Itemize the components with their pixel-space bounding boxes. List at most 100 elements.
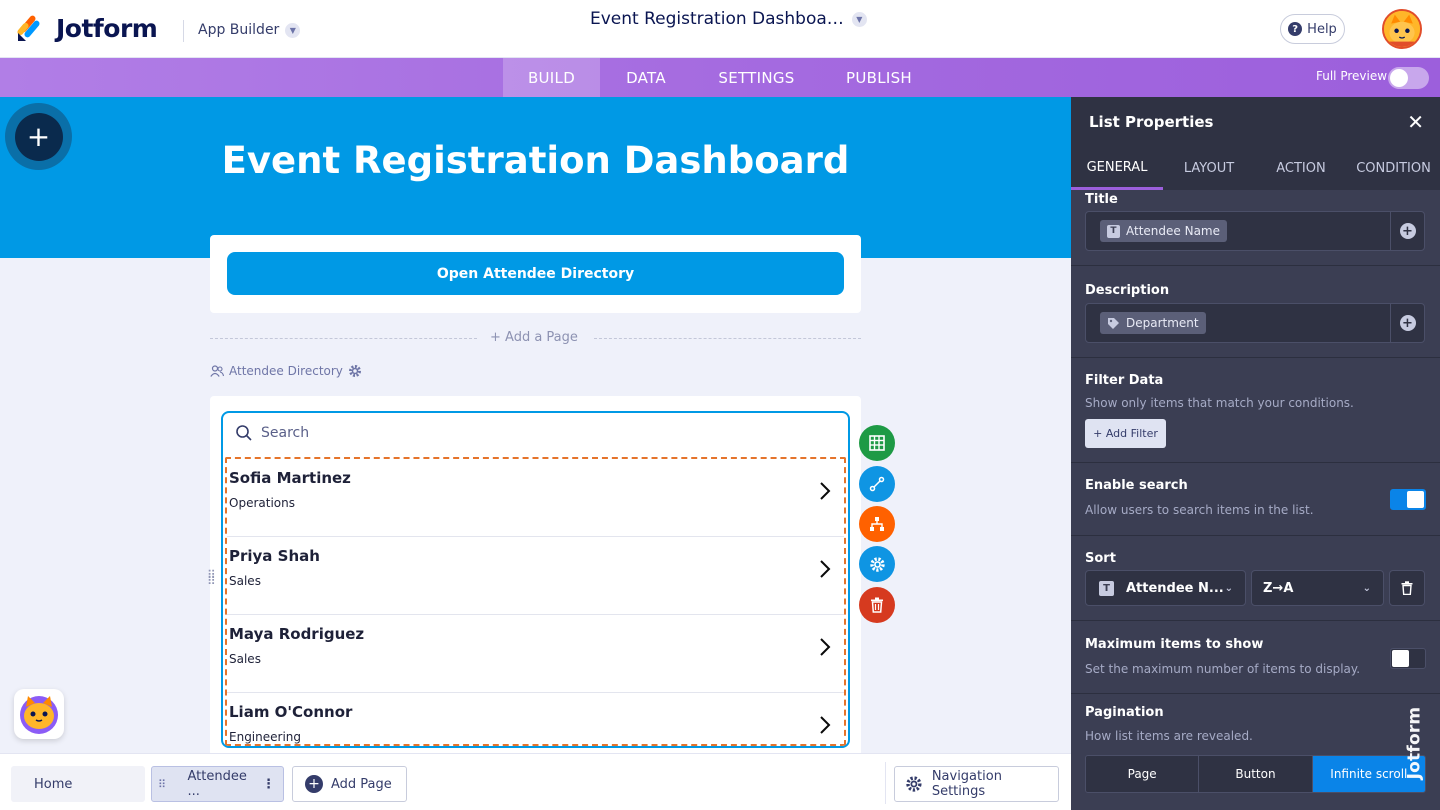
drag-handle-icon[interactable]: ⠿ ⠿	[207, 569, 217, 587]
app-builder-label: App Builder	[198, 22, 280, 38]
item-description: Engineering	[229, 730, 301, 744]
add-field-button[interactable]: +	[1390, 304, 1424, 342]
search-icon	[236, 425, 252, 441]
page-tab-home[interactable]: Home	[11, 766, 145, 802]
tab-layout[interactable]: LAYOUT	[1163, 147, 1255, 190]
app-title-menu[interactable]: Event Registration Dashboa… ▼	[590, 9, 867, 29]
plus-icon: +	[14, 112, 63, 161]
tab-action[interactable]: ACTION	[1255, 147, 1347, 190]
enable-search-toggle[interactable]	[1390, 489, 1426, 510]
jotform-logo-icon	[17, 15, 40, 41]
connect-button[interactable]	[859, 466, 895, 502]
chevron-right-icon	[820, 716, 831, 734]
button-card: Open Attendee Directory	[210, 235, 861, 313]
divider	[183, 20, 184, 42]
sort-field-value: Attendee N...	[1126, 580, 1224, 596]
table-view-button[interactable]	[859, 425, 895, 461]
tab-condition[interactable]: CONDITION	[1347, 147, 1440, 190]
gear-icon	[906, 776, 922, 792]
navigation-settings-label: Navigation Settings	[931, 769, 1002, 799]
jotform-watermark: Jotform	[1404, 693, 1436, 793]
add-field-button[interactable]: +	[1390, 212, 1424, 250]
tab-general[interactable]: GENERAL	[1071, 147, 1163, 190]
properties-panel: List Properties ✕ GENERAL LAYOUT ACTION …	[1071, 97, 1440, 810]
page-tab-label: Attendee ...	[187, 769, 247, 799]
hierarchy-button[interactable]	[859, 506, 895, 542]
cat-avatar-icon	[1384, 11, 1420, 47]
section-description: Set the maximum number of items to displ…	[1085, 662, 1361, 676]
description-field[interactable]: Department +	[1085, 303, 1425, 343]
delete-element-button[interactable]	[859, 587, 895, 623]
section-label: Enable search	[1085, 478, 1188, 493]
section-description: Allow users to search items in the list.	[1085, 503, 1314, 517]
chip-label: Department	[1126, 316, 1199, 330]
sort-field-select[interactable]: T Attendee N... ⌄	[1085, 570, 1246, 606]
help-label: Help	[1307, 21, 1337, 37]
gear-icon	[869, 556, 885, 572]
list-item[interactable]: Maya Rodriguez Sales	[227, 615, 844, 693]
more-vertical-icon[interactable]: ⋮	[262, 777, 275, 792]
section-label: Title	[1085, 192, 1118, 207]
title-field[interactable]: T Attendee Name +	[1085, 211, 1425, 251]
top-bar: Jotform App Builder ▼ Event Registration…	[0, 0, 1440, 58]
page-label: Attendee Directory	[210, 364, 362, 378]
sort-order-select[interactable]: Z→A ⌄	[1251, 570, 1384, 606]
trash-icon	[1401, 581, 1413, 595]
pagination-button-option[interactable]: Button	[1199, 756, 1313, 792]
item-title: Liam O'Connor	[229, 703, 353, 721]
app-header[interactable]: Event Registration Dashboard	[0, 97, 1071, 258]
chevron-down-icon: ▼	[851, 11, 867, 27]
element-settings-button[interactable]	[859, 546, 895, 582]
section-label: Pagination	[1085, 705, 1164, 720]
list-item[interactable]: Priya Shah Sales	[227, 537, 844, 615]
close-icon[interactable]: ✕	[1407, 110, 1424, 134]
search-bar[interactable]: Search	[223, 413, 848, 453]
tab-data[interactable]: DATA	[610, 58, 682, 97]
panel-header: List Properties ✕	[1071, 97, 1440, 147]
table-icon	[869, 435, 885, 451]
description-section: Description Department +	[1071, 266, 1440, 358]
item-title: Maya Rodriguez	[229, 625, 365, 643]
ai-assistant-button[interactable]	[14, 689, 64, 739]
user-avatar[interactable]	[1382, 9, 1422, 49]
jotform-logo[interactable]: Jotform	[16, 13, 158, 43]
list-element[interactable]: Search Sofia Martinez Operations Priya S…	[221, 411, 850, 748]
add-a-page-link[interactable]: + Add a Page	[490, 330, 578, 345]
add-filter-button[interactable]: + Add Filter	[1085, 419, 1166, 448]
navigation-settings-button[interactable]: Navigation Settings	[894, 766, 1059, 802]
section-description: How list items are revealed.	[1085, 729, 1253, 743]
item-description: Sales	[229, 574, 261, 588]
drag-handle-icon[interactable]: ⠿	[158, 778, 187, 791]
field-chip[interactable]: T Attendee Name	[1100, 220, 1227, 242]
page-name: Attendee Directory	[229, 364, 343, 378]
tab-settings[interactable]: SETTINGS	[705, 58, 808, 97]
chevron-right-icon	[820, 560, 831, 578]
gear-icon[interactable]	[348, 364, 362, 378]
tag-icon	[1108, 317, 1119, 329]
field-chip[interactable]: Department	[1100, 312, 1206, 334]
tab-build[interactable]: BUILD	[503, 58, 600, 97]
list-item[interactable]: Sofia Martinez Operations	[227, 459, 844, 537]
tab-publish[interactable]: PUBLISH	[832, 58, 926, 97]
watermark-text: Jotform	[1404, 706, 1425, 780]
max-items-toggle[interactable]	[1390, 648, 1426, 669]
plus-icon: +	[1399, 315, 1416, 331]
app-builder-menu[interactable]: App Builder ▼	[198, 22, 301, 38]
plus-icon: +	[305, 775, 323, 793]
list-item[interactable]: Liam O'Connor Engineering	[227, 693, 844, 746]
pagination-page-option[interactable]: Page	[1086, 756, 1200, 792]
help-button[interactable]: ? Help	[1280, 14, 1345, 44]
add-element-button[interactable]: +	[5, 103, 72, 170]
chevron-down-icon: ⌄	[1224, 582, 1233, 594]
add-page-button[interactable]: + Add Page	[292, 766, 407, 802]
connect-icon	[869, 476, 885, 492]
open-attendee-directory-button[interactable]: Open Attendee Directory	[227, 252, 844, 295]
search-input[interactable]: Search	[261, 425, 309, 441]
text-field-icon: T	[1107, 224, 1120, 238]
delete-sort-button[interactable]	[1389, 570, 1425, 606]
item-title: Priya Shah	[229, 547, 320, 565]
full-preview-toggle[interactable]	[1388, 67, 1429, 89]
page-tab-attendee[interactable]: ⠿ Attendee ... ⋮	[151, 766, 284, 802]
text-field-icon: T	[1099, 580, 1114, 596]
section-label: Filter Data	[1085, 373, 1164, 388]
